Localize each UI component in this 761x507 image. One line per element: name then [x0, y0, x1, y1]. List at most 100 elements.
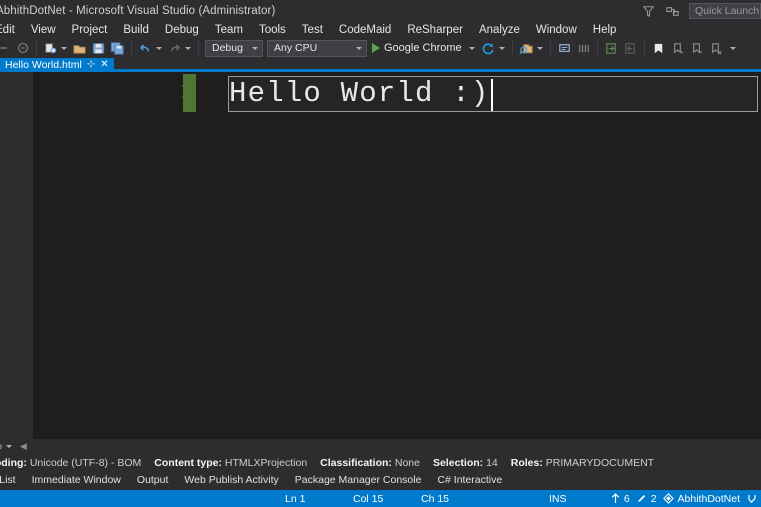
zoom-level-dropdown[interactable]: %: [0, 441, 12, 452]
decrease-indent-button[interactable]: [621, 39, 640, 57]
navigate-back-button[interactable]: [0, 39, 14, 57]
outgoing-commits-icon: [611, 493, 620, 504]
tool-tab-error-list[interactable]: or List: [0, 471, 24, 490]
solution-platform-combo[interactable]: Any CPU: [267, 40, 367, 57]
clear-bookmarks-button[interactable]: [706, 39, 725, 57]
refresh-icon: [481, 41, 496, 56]
diagnostic-classification-key: Classification:: [320, 457, 392, 469]
start-debugging-button[interactable]: Google Chrome: [369, 42, 479, 54]
menu-item-codemaid[interactable]: CodeMaid: [331, 22, 399, 38]
left-dock-strip: [0, 58, 33, 439]
menu-item-build[interactable]: Build: [115, 22, 157, 38]
current-line-highlight[interactable]: Hello World :): [228, 76, 758, 112]
status-column: Col 15: [353, 493, 421, 505]
new-project-button[interactable]: [41, 39, 70, 57]
toolbar-separator: [550, 41, 551, 55]
diagnostic-encoding-value: Unicode (UTF-8) - BOM: [30, 457, 141, 469]
increase-indent-icon: [604, 41, 619, 56]
chevron-down-icon[interactable]: [356, 47, 362, 50]
navigate-forward-button[interactable]: [14, 39, 32, 57]
code-editor[interactable]: 1 Hello World :): [33, 72, 761, 439]
menu-item-edit[interactable]: Edit: [0, 22, 23, 38]
tool-tab-csharp-interactive[interactable]: C# Interactive: [429, 471, 510, 490]
toolbar-separator: [644, 41, 645, 55]
diagnostic-selection: Selection: 14: [433, 457, 498, 469]
save-all-button[interactable]: [108, 39, 127, 57]
quick-launch-placeholder: Quick Launch (C: [695, 5, 761, 17]
previous-bookmark-button[interactable]: [668, 39, 687, 57]
menu-item-project[interactable]: Project: [64, 22, 116, 38]
clear-bookmarks-icon: [708, 41, 723, 56]
navigate-forward-icon: [16, 41, 30, 55]
uncomment-selection-button[interactable]: [574, 39, 593, 57]
toolbar-separator: [198, 41, 199, 55]
title-bar: AbhithDotNet - Microsoft Visual Studio (…: [0, 0, 761, 22]
menu-item-window[interactable]: Window: [528, 22, 585, 38]
chevron-down-icon[interactable]: [469, 47, 475, 50]
menu-item-help[interactable]: Help: [585, 22, 625, 38]
chevron-down-icon[interactable]: [499, 47, 505, 50]
redo-icon: [167, 41, 182, 56]
chevron-down-icon[interactable]: [61, 47, 67, 50]
chevron-down-icon[interactable]: [156, 47, 162, 50]
feedback-funnel-icon[interactable]: [641, 4, 656, 19]
open-file-icon: [72, 41, 87, 56]
solution-configuration-combo[interactable]: Debug: [205, 40, 263, 57]
tool-tab-web-publish-activity[interactable]: Web Publish Activity: [176, 471, 286, 490]
menu-bar: Edit View Project Build Debug Team Tools…: [0, 22, 761, 38]
pending-changes-button[interactable]: 6: [611, 493, 630, 505]
diagnostic-selection-key: Selection:: [433, 457, 483, 469]
branch-button[interactable]: [746, 493, 758, 505]
status-bar-source-control-group: 6 2 AbhithDotNet: [611, 490, 758, 507]
increase-indent-button[interactable]: [602, 39, 621, 57]
menu-item-analyze[interactable]: Analyze: [471, 22, 528, 38]
diagnostic-roles: Roles: PRIMARYDOCUMENT: [511, 457, 654, 469]
run-target-label: Google Chrome: [384, 42, 462, 54]
find-in-files-button[interactable]: [517, 39, 546, 57]
send-feedback-icon[interactable]: [665, 4, 680, 19]
menu-item-resharper[interactable]: ReSharper: [399, 22, 471, 38]
menu-item-view[interactable]: View: [23, 22, 64, 38]
diagnostic-encoding-key: coding:: [0, 457, 27, 469]
status-bar-caret-group: Ln 1 Col 15 Ch 15 INS: [285, 490, 589, 507]
save-button[interactable]: [89, 39, 108, 57]
repository-button[interactable]: AbhithDotNet: [663, 493, 740, 505]
toolbar-overflow-button[interactable]: [725, 39, 739, 57]
menu-item-team[interactable]: Team: [207, 22, 251, 38]
next-bookmark-button[interactable]: [687, 39, 706, 57]
unpublished-edits-button[interactable]: 2: [636, 493, 657, 505]
menu-item-tools[interactable]: Tools: [251, 22, 294, 38]
tool-tab-output[interactable]: Output: [129, 471, 177, 490]
diagnostic-classification-value: None: [395, 457, 420, 469]
redo-button[interactable]: [165, 39, 194, 57]
status-bar: Ln 1 Col 15 Ch 15 INS 6 2: [0, 490, 761, 507]
undo-button[interactable]: [136, 39, 165, 57]
horizontal-scroll-left-icon[interactable]: ◀: [20, 441, 27, 452]
diagnostic-content-type: Content type: HTMLXProjection: [154, 457, 307, 469]
tool-window-tab-strip: or List Immediate Window Output Web Publ…: [0, 471, 761, 490]
pending-changes-count: 6: [624, 493, 630, 505]
chevron-down-icon[interactable]: [6, 445, 12, 448]
undo-icon: [138, 41, 153, 56]
tool-tab-immediate-window[interactable]: Immediate Window: [24, 471, 129, 490]
status-insert-mode[interactable]: INS: [549, 493, 589, 505]
menu-item-test[interactable]: Test: [294, 22, 331, 38]
navigate-back-icon: [0, 41, 12, 55]
comment-selection-button[interactable]: [555, 39, 574, 57]
open-file-button[interactable]: [70, 39, 89, 57]
menu-item-debug[interactable]: Debug: [157, 22, 207, 38]
chevron-down-icon[interactable]: [252, 47, 258, 50]
toggle-bookmark-button[interactable]: [649, 39, 668, 57]
diagnostic-content-type-value: HTMLXProjection: [225, 457, 307, 469]
chevron-down-icon: [185, 47, 191, 50]
quick-launch-input[interactable]: Quick Launch (C: [689, 3, 761, 19]
diagnostic-roles-key: Roles:: [511, 457, 543, 469]
unpublished-edits-count: 2: [651, 493, 657, 505]
toolbar-overflow-icon[interactable]: [730, 47, 736, 50]
uncomment-selection-icon: [576, 41, 591, 56]
play-icon: [372, 43, 380, 53]
diagnostic-encoding: coding: Unicode (UTF-8) - BOM: [0, 457, 141, 469]
tool-tab-package-manager-console[interactable]: Package Manager Console: [287, 471, 430, 490]
chevron-down-icon[interactable]: [537, 47, 543, 50]
refresh-button[interactable]: [479, 39, 508, 57]
